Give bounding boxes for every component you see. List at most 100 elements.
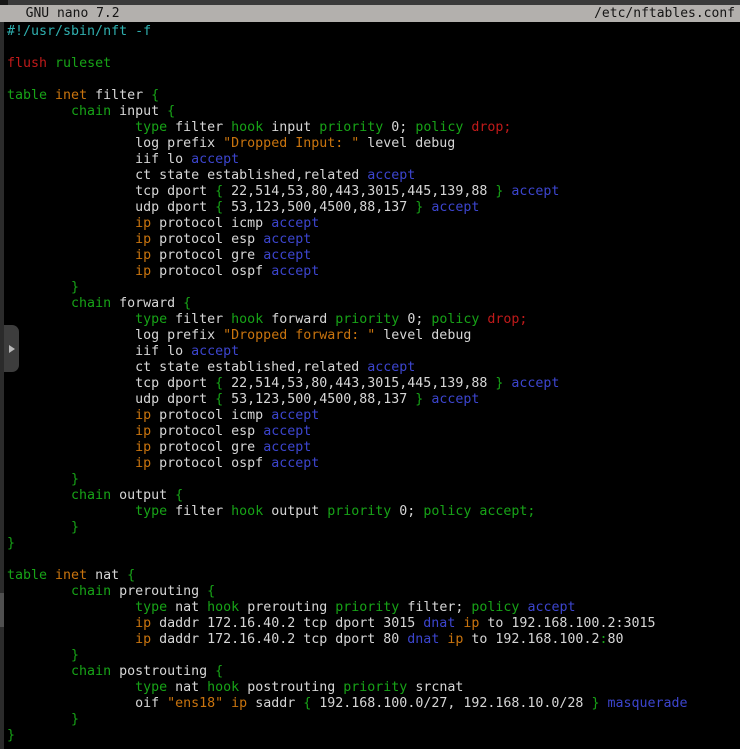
code-token: accept bbox=[271, 216, 319, 231]
code-line: } bbox=[7, 280, 688, 296]
code-token: forward bbox=[111, 296, 183, 311]
code-line: } bbox=[7, 648, 688, 664]
code-token: type bbox=[135, 680, 167, 695]
code-token: policy bbox=[423, 504, 471, 519]
code-token: chain bbox=[71, 296, 111, 311]
code-line bbox=[7, 552, 688, 568]
code-token: ip bbox=[135, 456, 151, 471]
code-token: accept bbox=[263, 440, 311, 455]
code-line: tcp dport { 22,514,53,80,443,3015,445,13… bbox=[7, 184, 688, 200]
code-token: postrouting bbox=[239, 680, 343, 695]
code-token: chain bbox=[71, 664, 111, 679]
code-token bbox=[7, 408, 135, 423]
code-token: filter bbox=[167, 120, 231, 135]
code-token: 192.168.100.0/27, 192.168.10.0/28 bbox=[311, 696, 591, 711]
code-line: type filter hook forward priority 0; pol… bbox=[7, 312, 688, 328]
code-token: filter; bbox=[399, 600, 471, 615]
code-token: forward bbox=[263, 312, 335, 327]
code-token: table bbox=[7, 568, 47, 583]
code-token bbox=[7, 296, 71, 311]
code-token: accept bbox=[271, 264, 319, 279]
code-token: ct state established,related bbox=[7, 360, 367, 375]
code-line: udp dport { 53,123,500,4500,88,137 } acc… bbox=[7, 200, 688, 216]
code-line: ip protocol icmp accept bbox=[7, 408, 688, 424]
code-line: chain input { bbox=[7, 104, 688, 120]
code-token: chain bbox=[71, 104, 111, 119]
code-token: } bbox=[71, 520, 79, 535]
scrollbar-thumb[interactable] bbox=[0, 593, 4, 627]
code-token: ip bbox=[135, 408, 151, 423]
code-token: prerouting bbox=[239, 600, 335, 615]
code-token: dnat bbox=[423, 616, 455, 631]
code-token: { bbox=[215, 392, 223, 407]
code-token: protocol gre bbox=[151, 248, 263, 263]
code-token: flush bbox=[7, 56, 47, 71]
code-token: "ens18" bbox=[167, 696, 223, 711]
left-edge-strip bbox=[0, 22, 4, 749]
code-line: chain postrouting { bbox=[7, 664, 688, 680]
code-token bbox=[7, 632, 135, 647]
code-token bbox=[7, 488, 71, 503]
code-token: type bbox=[135, 312, 167, 327]
code-token: postrouting bbox=[111, 664, 215, 679]
code-token bbox=[47, 568, 55, 583]
code-line: ip protocol ospf accept bbox=[7, 456, 688, 472]
code-token: accept bbox=[271, 408, 319, 423]
code-token bbox=[7, 520, 71, 535]
code-token: policy bbox=[415, 120, 463, 135]
code-line: ip protocol esp accept bbox=[7, 424, 688, 440]
code-line: log prefix "Dropped Input: " level debug bbox=[7, 136, 688, 152]
code-token: ip bbox=[135, 248, 151, 263]
code-token: hook bbox=[231, 312, 263, 327]
code-token: } bbox=[71, 472, 79, 487]
code-token: inet bbox=[55, 88, 87, 103]
code-token: accept bbox=[263, 232, 311, 247]
code-line: table inet filter { bbox=[7, 88, 688, 104]
code-line: log prefix "Dropped forward: " level deb… bbox=[7, 328, 688, 344]
code-line: chain forward { bbox=[7, 296, 688, 312]
code-token: accept bbox=[191, 344, 239, 359]
code-line: ip protocol ospf accept bbox=[7, 264, 688, 280]
code-token: output bbox=[263, 504, 327, 519]
code-token bbox=[7, 440, 135, 455]
code-token bbox=[223, 696, 231, 711]
code-token bbox=[7, 120, 135, 135]
code-token: ip bbox=[135, 424, 151, 439]
code-line: } bbox=[7, 712, 688, 728]
code-line: table inet nat { bbox=[7, 568, 688, 584]
file-path: /etc/nftables.conf bbox=[594, 6, 735, 21]
code-token: accept bbox=[191, 152, 239, 167]
code-token: protocol ospf bbox=[151, 456, 271, 471]
code-token: priority bbox=[319, 120, 383, 135]
editor-content[interactable]: #!/usr/sbin/nft -f flush ruleset table i… bbox=[7, 24, 688, 744]
code-token: ip bbox=[447, 632, 463, 647]
code-token bbox=[7, 312, 135, 327]
code-token: ip bbox=[135, 616, 151, 631]
code-token bbox=[7, 664, 71, 679]
code-line: chain prerouting { bbox=[7, 584, 688, 600]
code-line: type filter hook output priority 0; poli… bbox=[7, 504, 688, 520]
code-token: tcp dport bbox=[7, 184, 215, 199]
code-token bbox=[7, 712, 71, 727]
code-token: protocol icmp bbox=[151, 408, 271, 423]
code-token: oif bbox=[7, 696, 167, 711]
code-token bbox=[7, 648, 71, 663]
code-token: type bbox=[135, 600, 167, 615]
code-token: ip bbox=[135, 232, 151, 247]
code-token: filter bbox=[167, 504, 231, 519]
code-token: { bbox=[175, 488, 183, 503]
code-token bbox=[7, 584, 71, 599]
code-line: #!/usr/sbin/nft -f bbox=[7, 24, 688, 40]
code-line: type nat hook prerouting priority filter… bbox=[7, 600, 688, 616]
code-token: accept bbox=[511, 184, 559, 199]
code-token: protocol gre bbox=[151, 440, 263, 455]
code-token: { bbox=[215, 664, 223, 679]
code-token: { bbox=[127, 568, 135, 583]
code-token: hook bbox=[231, 120, 263, 135]
code-token: to 192.168.100.2 bbox=[463, 632, 599, 647]
code-token: 53,123,500,4500,88,137 bbox=[223, 392, 415, 407]
code-line: chain output { bbox=[7, 488, 688, 504]
code-token bbox=[7, 104, 71, 119]
code-token: saddr bbox=[247, 696, 303, 711]
code-token: } bbox=[71, 712, 79, 727]
